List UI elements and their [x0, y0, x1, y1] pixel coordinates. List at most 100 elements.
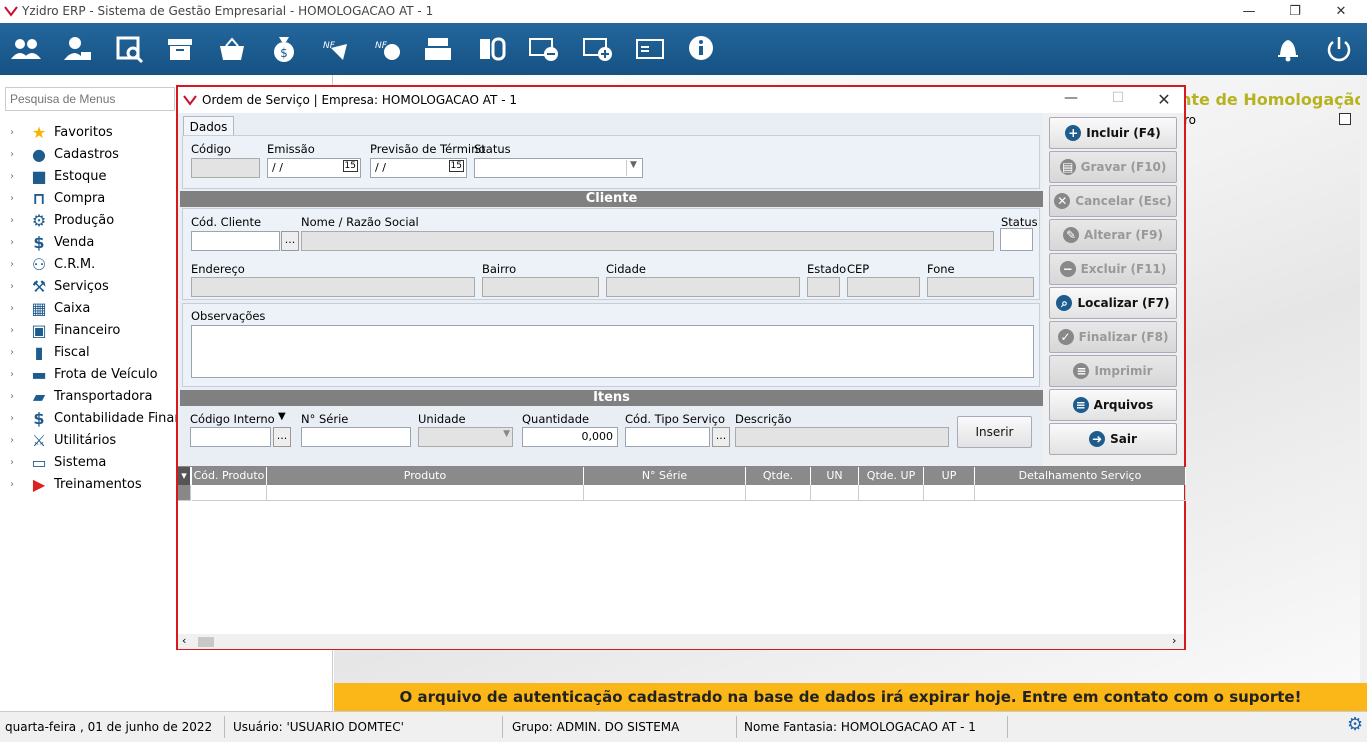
cod-cliente-field[interactable]: [191, 231, 280, 251]
chevron-right-icon[interactable]: ›: [10, 215, 22, 226]
estado-field[interactable]: [807, 277, 840, 297]
cancelar-button[interactable]: ✕ Cancelar (Esc): [1049, 185, 1177, 217]
grid-column-header[interactable]: Produto: [267, 467, 584, 485]
restore-button[interactable]: ❐: [1272, 0, 1318, 23]
grid-cell[interactable]: [192, 485, 267, 501]
money-bag-icon[interactable]: $: [266, 31, 302, 67]
grid-column-header[interactable]: Detalhamento Serviço: [975, 467, 1186, 485]
localizar-button[interactable]: ⌕ Localizar (F7): [1049, 287, 1177, 319]
alterar-button[interactable]: ✎ Alterar (F9): [1049, 219, 1177, 251]
excluir-button[interactable]: − Excluir (F11): [1049, 253, 1177, 285]
basket-icon[interactable]: [214, 31, 250, 67]
quantidade-field[interactable]: 0,000: [522, 427, 618, 447]
chevron-right-icon[interactable]: ›: [10, 391, 22, 402]
people-icon[interactable]: [8, 31, 44, 67]
chevron-right-icon[interactable]: ›: [10, 149, 22, 160]
power-icon[interactable]: [1321, 31, 1357, 67]
arquivos-button[interactable]: ≡ Arquivos: [1049, 389, 1177, 421]
sidebar-item[interactable]: › $ Venda: [10, 231, 190, 253]
minimize-button[interactable]: —: [1226, 0, 1272, 23]
background-checkbox[interactable]: [1339, 113, 1351, 125]
vertical-scrollbar[interactable]: [1360, 75, 1367, 683]
dialog-maximize-button[interactable]: ☐: [1098, 90, 1138, 110]
descricao-field[interactable]: [735, 427, 949, 447]
sidebar-item[interactable]: › ▭ Sistema: [10, 451, 190, 473]
sidebar-item[interactable]: › $ Contabilidade Financ: [10, 407, 190, 429]
caret-down-icon[interactable]: ▼: [278, 411, 286, 422]
endereco-field[interactable]: [191, 277, 475, 297]
info-icon[interactable]: [683, 31, 719, 67]
cidade-field[interactable]: [606, 277, 800, 297]
scroll-left-icon[interactable]: ‹: [182, 634, 186, 647]
codigo-field[interactable]: [191, 158, 260, 178]
sidebar-item[interactable]: › ★ Favoritos: [10, 121, 190, 143]
gravar-button[interactable]: ▤ Gravar (F10): [1049, 151, 1177, 183]
dialog-close-button[interactable]: ✕: [1144, 90, 1184, 110]
sair-button[interactable]: ➜ Sair: [1049, 423, 1177, 455]
scroll-thumb[interactable]: [198, 637, 214, 647]
cep-field[interactable]: [847, 277, 920, 297]
sidebar-item[interactable]: › ▣ Financeiro: [10, 319, 190, 341]
horizontal-scrollbar[interactable]: ‹ ›: [178, 634, 1184, 649]
chevron-right-icon[interactable]: ›: [10, 369, 22, 380]
grid-cell[interactable]: [975, 485, 1186, 501]
grid-cell[interactable]: [584, 485, 746, 501]
close-button[interactable]: ✕: [1318, 0, 1364, 23]
bill-icon[interactable]: [632, 31, 668, 67]
sidebar-item[interactable]: › ⚇ C.R.M.: [10, 253, 190, 275]
finalizar-button[interactable]: ✓ Finalizar (F8): [1049, 321, 1177, 353]
emissao-field[interactable]: / / 15: [267, 158, 361, 178]
money-plus-icon[interactable]: [580, 31, 616, 67]
calendar-icon[interactable]: 15: [342, 160, 358, 172]
grid-column-header[interactable]: N° Série: [584, 467, 746, 485]
bell-icon[interactable]: [1270, 31, 1306, 67]
grid-cell[interactable]: [859, 485, 924, 501]
chevron-right-icon[interactable]: ›: [10, 171, 22, 182]
grid-cell[interactable]: [746, 485, 811, 501]
sidebar-item[interactable]: › ⚒ Serviços: [10, 275, 190, 297]
sidebar-item[interactable]: › ▮ Fiscal: [10, 341, 190, 363]
chevron-right-icon[interactable]: ›: [10, 457, 22, 468]
tipo-servico-field[interactable]: [625, 427, 710, 447]
cliente-status-field[interactable]: [1000, 228, 1033, 251]
incluir-button[interactable]: + Incluir (F4): [1049, 117, 1177, 149]
split-coin-icon[interactable]: [474, 31, 510, 67]
observacoes-field[interactable]: [191, 325, 1034, 378]
bairro-field[interactable]: [482, 277, 599, 297]
grid-column-header[interactable]: Qtde.: [746, 467, 811, 485]
nfe-icon[interactable]: NF: [318, 31, 354, 67]
codigo-interno-field[interactable]: [190, 427, 271, 447]
sidebar-item[interactable]: › ● Cadastros: [10, 143, 190, 165]
chevron-right-icon[interactable]: ›: [10, 347, 22, 358]
sidebar-item[interactable]: › ⊓ Compra: [10, 187, 190, 209]
cliente-lookup-button[interactable]: ...: [281, 231, 299, 251]
grid-column-header[interactable]: Qtde. UP: [859, 467, 924, 485]
grid-column-header[interactable]: UP: [924, 467, 975, 485]
chevron-right-icon[interactable]: ›: [10, 193, 22, 204]
grid-column-header[interactable]: UN: [811, 467, 859, 485]
chevron-right-icon[interactable]: ›: [10, 259, 22, 270]
dialog-minimize-button[interactable]: —: [1051, 90, 1091, 110]
nome-field[interactable]: [301, 231, 994, 251]
sidebar-item[interactable]: › ▬ Frota de Veículo: [10, 363, 190, 385]
item-lookup-button[interactable]: ...: [273, 427, 291, 447]
serie-field[interactable]: [301, 427, 411, 447]
grid-row-indicator[interactable]: [178, 485, 191, 501]
tipo-servico-lookup-button[interactable]: ...: [712, 427, 730, 447]
sidebar-item[interactable]: › ▦ Caixa: [10, 297, 190, 319]
sidebar-item[interactable]: › ■ Estoque: [10, 165, 190, 187]
chevron-right-icon[interactable]: ›: [10, 435, 22, 446]
chevron-right-icon[interactable]: ›: [10, 325, 22, 336]
sidebar-item[interactable]: › ⚔ Utilitários: [10, 429, 190, 451]
unidade-select[interactable]: ▼: [418, 427, 513, 447]
sidebar-item[interactable]: › ⚙ Produção: [10, 209, 190, 231]
search-register-icon[interactable]: [112, 31, 148, 67]
chevron-right-icon[interactable]: ›: [10, 237, 22, 248]
nfse-icon[interactable]: NF: [370, 31, 406, 67]
archive-icon[interactable]: [162, 31, 198, 67]
money-minus-icon[interactable]: [526, 31, 562, 67]
status-select[interactable]: ▼: [474, 158, 643, 178]
grid-cell[interactable]: [811, 485, 859, 501]
scroll-right-icon[interactable]: ›: [1172, 634, 1176, 647]
chevron-right-icon[interactable]: ›: [10, 127, 22, 138]
